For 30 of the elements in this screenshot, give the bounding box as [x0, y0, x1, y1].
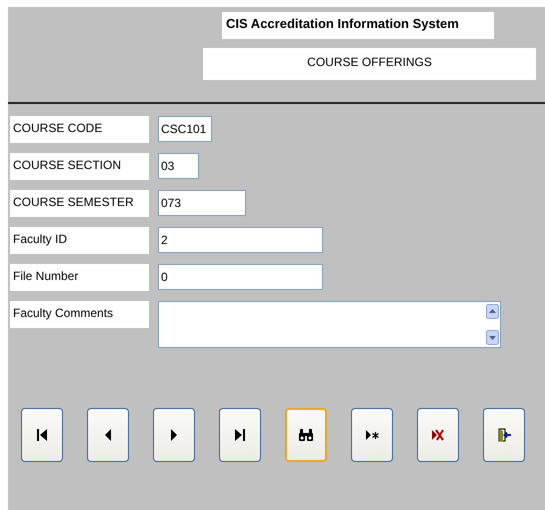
scroll-down-icon[interactable] — [486, 330, 499, 345]
previous-record-button[interactable] — [87, 408, 129, 462]
delete-record-button[interactable] — [417, 408, 459, 462]
new-record-button[interactable] — [351, 408, 393, 462]
scroll-up-icon[interactable] — [486, 304, 499, 319]
exit-door-icon — [496, 427, 512, 443]
comments-field[interactable] — [158, 301, 501, 348]
exit-button[interactable] — [483, 408, 525, 462]
field-label: Faculty Comments — [10, 301, 149, 328]
field-label: Faculty ID — [10, 227, 149, 254]
delete-icon — [430, 427, 446, 443]
form-subtitle: COURSE OFFERINGS — [203, 48, 536, 80]
find-button[interactable] — [285, 408, 327, 462]
last-icon — [232, 427, 248, 443]
field-label: File Number — [10, 264, 149, 291]
binoculars-icon — [298, 427, 314, 443]
form-title: CIS Accreditation Information System — [222, 12, 494, 39]
field-label: COURSE SECTION — [10, 153, 149, 180]
new-record-icon — [364, 427, 380, 443]
text-field[interactable]: 2 — [158, 227, 323, 253]
next-record-button[interactable] — [153, 408, 195, 462]
first-record-button[interactable] — [21, 408, 63, 462]
first-icon — [34, 427, 50, 443]
text-field[interactable]: 03 — [158, 153, 199, 179]
field-label: COURSE SEMESTER — [10, 190, 149, 217]
text-field[interactable]: CSC101 — [158, 116, 212, 142]
field-label: COURSE CODE — [10, 116, 149, 143]
text-field[interactable]: 0 — [158, 264, 323, 290]
last-record-button[interactable] — [219, 408, 261, 462]
text-field[interactable]: 073 — [158, 190, 246, 216]
